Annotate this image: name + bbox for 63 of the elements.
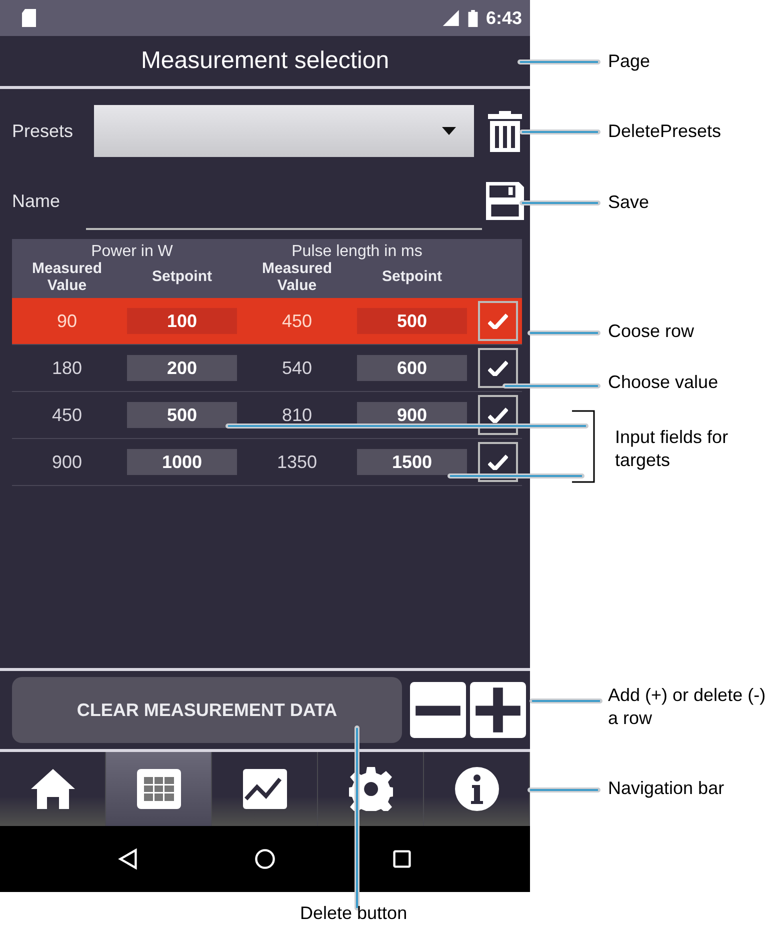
annotation-label: Delete button — [300, 902, 408, 925]
annotation-label: DeletePresets — [608, 120, 722, 143]
setpoint-field[interactable]: 500 — [357, 308, 467, 334]
table-row[interactable]: 900 1000 1350 1500 — [12, 439, 522, 486]
setpoint-field[interactable]: 600 — [357, 355, 467, 381]
checkbox[interactable] — [478, 348, 518, 388]
battery-icon — [468, 10, 478, 26]
presets-label: Presets — [12, 120, 74, 142]
status-time: 6:43 — [486, 8, 522, 28]
plus-icon[interactable] — [470, 681, 526, 739]
name-label: Name — [12, 190, 62, 212]
column-header: Setpoint — [381, 269, 443, 286]
annotation-label: Add (+) or delete (-) a row — [608, 684, 767, 730]
check-icon — [488, 454, 508, 470]
annotation-label: Choose value — [608, 371, 720, 394]
home-icon — [30, 767, 74, 811]
setpoint-field[interactable]: 100 — [127, 308, 237, 334]
setpoint-field[interactable]: 1500 — [357, 449, 467, 475]
clear-data-button[interactable]: CLEAR MEASUREMENT DATA — [12, 677, 402, 743]
table-cell-text: 450 — [50, 404, 84, 426]
table-cell-text: 810 — [280, 404, 314, 426]
setpoint-field[interactable]: 200 — [127, 355, 237, 381]
trash-icon[interactable] — [486, 109, 524, 153]
table-icon — [136, 767, 180, 811]
page-title: Measurement selection — [140, 46, 390, 76]
caret-icon — [442, 127, 456, 135]
column-header: Setpoint — [151, 269, 213, 286]
checkbox[interactable] — [478, 301, 518, 341]
check-icon — [488, 313, 508, 329]
table-row[interactable]: 90 100 450 500 — [12, 298, 522, 345]
table-cell-text: 180 — [50, 358, 84, 378]
annotation-label: Coose row — [608, 320, 696, 343]
column-header: Measured Value — [260, 261, 334, 294]
table-tab[interactable] — [106, 752, 212, 826]
recents-icon[interactable] — [390, 848, 413, 870]
checkbox[interactable] — [478, 395, 518, 435]
table-row[interactable]: 450 500 810 900 — [12, 392, 522, 439]
table-row[interactable]: 180 200 540 600 — [12, 345, 522, 392]
table-cell-text: 90 — [56, 310, 78, 332]
chart-icon — [242, 767, 286, 811]
column-header: Measured Value — [30, 261, 104, 294]
checkbox[interactable] — [478, 442, 518, 482]
annotation-label: Page — [608, 50, 652, 73]
annotation-label: Input fields for targets — [615, 426, 730, 472]
minus-icon[interactable] — [410, 681, 466, 739]
table-cell-text: 1350 — [276, 452, 318, 472]
info-icon — [454, 767, 498, 811]
annotation-label: Navigation bar — [608, 777, 726, 800]
table-cell-text: 540 — [280, 358, 314, 378]
check-icon — [488, 360, 508, 376]
table-cell-text: 900 — [50, 452, 84, 472]
save-icon[interactable] — [486, 179, 524, 223]
gear-icon — [348, 767, 392, 811]
sd-card-icon — [22, 9, 36, 27]
setpoint-field[interactable]: 1000 — [127, 449, 237, 475]
check-icon — [488, 407, 508, 423]
column-group-header: Pulse length in ms — [290, 243, 424, 261]
back-icon[interactable] — [117, 848, 140, 870]
annotation-label: Save — [608, 191, 650, 214]
column-group-header: Power in W — [90, 243, 174, 261]
home-button-icon[interactable] — [254, 848, 276, 870]
setpoint-field[interactable]: 500 — [127, 402, 237, 428]
table-cell-text: 450 — [280, 310, 314, 332]
